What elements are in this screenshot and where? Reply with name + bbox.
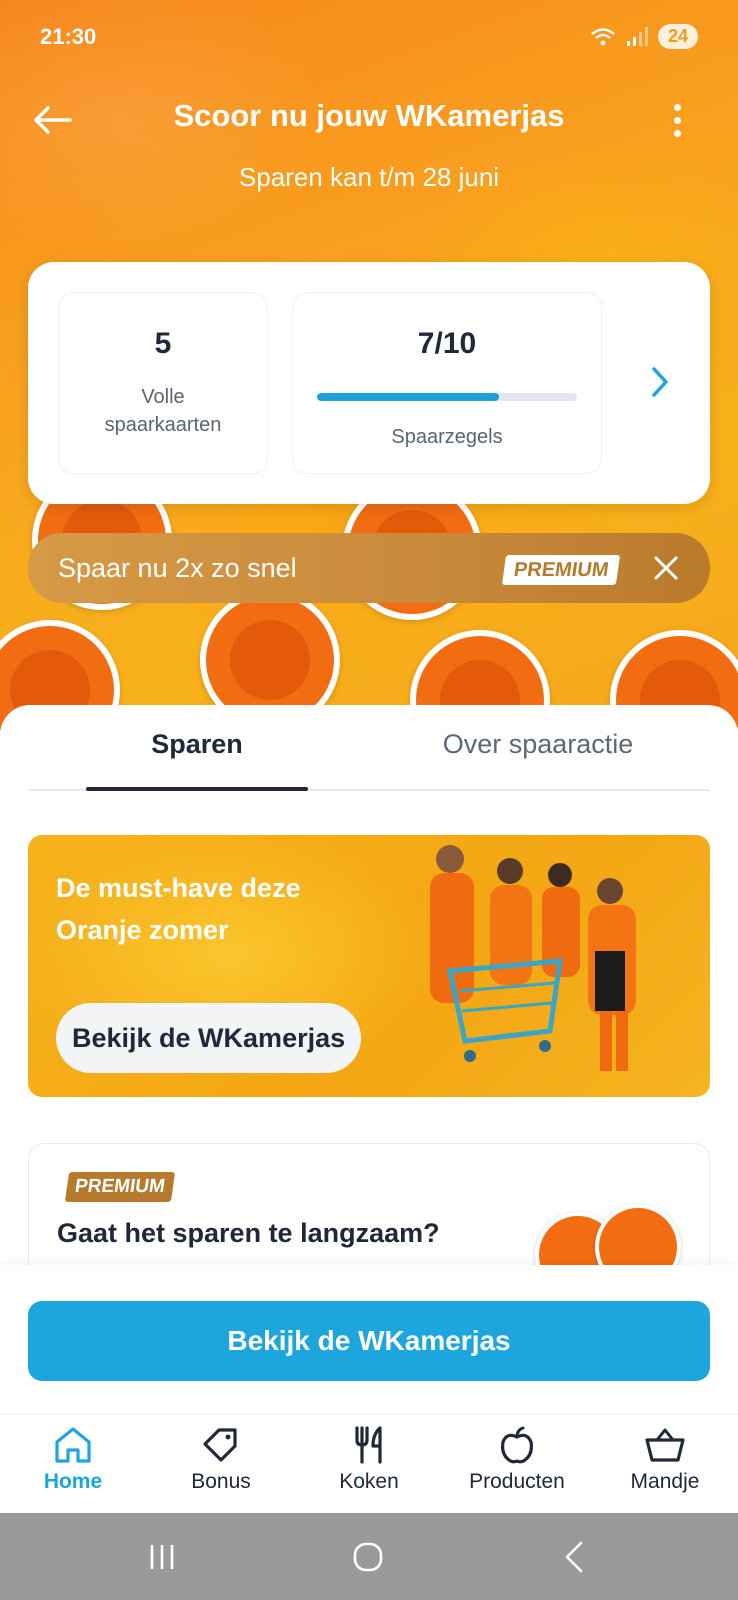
apple-icon <box>501 1426 533 1464</box>
home-system-button[interactable] <box>346 1535 390 1579</box>
promo-card[interactable]: De must-have deze Oranje zomer Bekijk de… <box>28 835 710 1097</box>
cta-area: Bekijk de WKamerjas <box>0 1265 738 1413</box>
system-navigation-bar <box>0 1513 738 1600</box>
nav-mandje[interactable]: Mandje <box>595 1424 735 1494</box>
stamps-label: Spaarzegels <box>391 426 503 448</box>
nav-bonus-label: Bonus <box>191 1470 251 1493</box>
basket-icon <box>645 1428 685 1462</box>
signal-icon <box>626 26 648 46</box>
stamps-stat: 7/10 Spaarzegels <box>292 292 602 474</box>
nav-koken[interactable]: Koken <box>299 1424 439 1494</box>
cutlery-icon <box>355 1426 382 1464</box>
premium-badge: PREMIUM <box>501 555 621 585</box>
dot <box>673 103 681 111</box>
full-cards-value: 5 <box>154 327 172 360</box>
players-photo <box>430 845 636 1071</box>
home-icon <box>55 1427 91 1463</box>
hero-background: 21:30 24 Scoor nu jouw WKamerjas Sparen … <box>0 0 738 740</box>
premium-banner-text: Spaar nu 2x zo snel <box>58 553 297 583</box>
status-bar: 21:30 24 <box>0 0 738 70</box>
close-icon <box>654 556 678 580</box>
chevron-left-icon <box>565 1541 583 1573</box>
nav-koken-label: Koken <box>339 1470 399 1493</box>
more-options-button[interactable] <box>662 98 692 142</box>
battery-indicator: 24 <box>657 24 698 49</box>
promo-title: De must-have deze Oranje zomer <box>56 873 301 945</box>
premium-card-title: Gaat het sparen te langzaam? <box>57 1218 440 1248</box>
nav-home-label: Home <box>43 1470 103 1493</box>
status-time: 21:30 <box>40 24 97 49</box>
back-system-button[interactable] <box>552 1535 596 1579</box>
bottom-nav: Home Bonus Koken Producten Mandje <box>0 1413 738 1513</box>
tab-bar: Sparen Over spaaractie <box>28 705 710 791</box>
stats-chevron-button[interactable] <box>640 362 680 402</box>
recent-apps-icon <box>150 1545 174 1569</box>
view-jacket-cta-button[interactable]: Bekijk de WKamerjas <box>28 1301 710 1381</box>
nav-bonus[interactable]: Bonus <box>151 1424 291 1494</box>
premium-upsell-card[interactable]: PREMIUM Gaat het sparen te langzaam? <box>28 1143 710 1265</box>
tag-icon <box>203 1428 237 1462</box>
view-jacket-button[interactable]: Bekijk de WKamerjas <box>56 1003 362 1073</box>
stamp-badges-image <box>529 1204 699 1265</box>
savings-stats-card[interactable]: 5 Volle spaarkaarten 7/10 Spaarzegels <box>28 262 710 504</box>
status-icons: 24 <box>590 24 698 49</box>
active-tab-indicator <box>86 787 308 791</box>
nav-producten-label: Producten <box>469 1470 565 1493</box>
content-sheet: Sparen Over spaaractie De must-have deze… <box>0 705 738 1265</box>
stamps-progress-bar <box>317 393 577 401</box>
nav-mandje-label: Mandje <box>630 1470 700 1493</box>
full-cards-label: Volle spaarkaarten <box>104 386 222 436</box>
tab-over-spaaractie[interactable]: Over spaaractie <box>408 729 668 760</box>
dot <box>673 129 681 137</box>
chevron-right-icon <box>652 367 668 397</box>
premium-banner[interactable]: Spaar nu 2x zo snel PREMIUM <box>28 533 710 603</box>
page-title: Scoor nu jouw WKamerjas <box>173 98 565 133</box>
dot <box>673 116 681 124</box>
full-cards-stat: 5 Volle spaarkaarten <box>58 292 268 474</box>
stamps-value: 7/10 <box>417 327 477 360</box>
nav-home[interactable]: Home <box>3 1424 143 1494</box>
premium-badge: PREMIUM <box>64 1172 175 1202</box>
recent-apps-button[interactable] <box>140 1535 184 1579</box>
nav-producten[interactable]: Producten <box>447 1424 587 1494</box>
page-subtitle: Sparen kan t/m 28 juni <box>238 162 500 192</box>
top-nav: Scoor nu jouw WKamerjas <box>0 90 738 150</box>
tab-sparen[interactable]: Sparen <box>86 729 308 760</box>
circle-home-icon <box>353 1542 383 1572</box>
stamps-progress-fill <box>317 393 499 401</box>
wifi-icon <box>591 27 615 45</box>
close-banner-button[interactable] <box>648 550 684 586</box>
